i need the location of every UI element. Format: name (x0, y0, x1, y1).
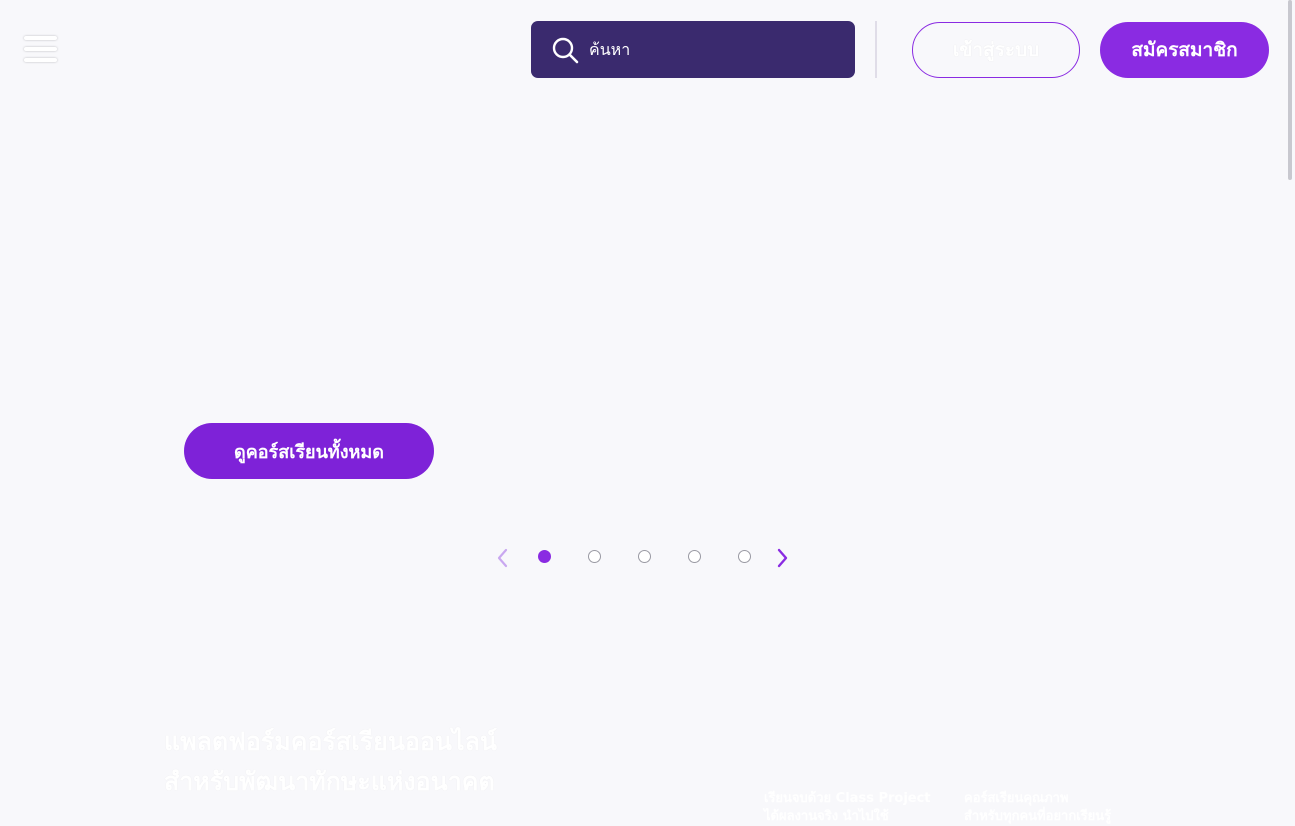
carousel-dot-3[interactable] (638, 550, 651, 563)
platform-tagline: แพลตฟอร์มคอร์สเรียนออนไลน์ สำหรับพัฒนาทั… (164, 722, 524, 802)
hamburger-menu-icon[interactable] (24, 36, 57, 64)
scrollbar[interactable] (1285, 0, 1295, 825)
carousel-pagination (490, 544, 800, 572)
carousel-dot-5[interactable] (738, 550, 751, 563)
carousel-dot-4[interactable] (688, 550, 701, 563)
feature-line: ได้ผลงานจริง นำไปใช้ (764, 809, 889, 824)
tagline-line-2: สำหรับพัฒนาทักษะแห่งอนาคต (164, 767, 495, 796)
tagline-line-1: แพลตฟอร์มคอร์สเรียนออนไลน์ (164, 727, 498, 756)
search-bar[interactable] (531, 21, 855, 78)
header-divider (875, 21, 877, 78)
carousel-dot-1[interactable] (538, 550, 551, 563)
feature-line: สำหรับทุกคนที่อยากเรียนรู้ (964, 809, 1112, 824)
chevron-right-icon[interactable] (770, 544, 794, 572)
search-input[interactable] (587, 39, 841, 60)
scrollbar-thumb[interactable] (1288, 0, 1292, 180)
view-all-courses-button[interactable]: ดูคอร์สเรียนทั้งหมด (184, 423, 434, 479)
login-button[interactable]: เข้าสู่ระบบ (912, 22, 1080, 78)
search-icon (552, 37, 579, 63)
feature-item: คอร์สเรียนคุณภาพ สำหรับทุกคนที่อยากเรียน… (964, 790, 1134, 826)
feature-line: เรียนจบด้วย Class Project (764, 791, 931, 806)
carousel-dot-2[interactable] (588, 550, 601, 563)
chevron-left-icon[interactable] (490, 544, 514, 572)
signup-button[interactable]: สมัครสมาชิก (1100, 22, 1269, 78)
feature-item: เรียนจบด้วย Class Project ได้ผลงานจริง น… (764, 790, 934, 826)
feature-line: คอร์สเรียนคุณภาพ (964, 791, 1069, 806)
